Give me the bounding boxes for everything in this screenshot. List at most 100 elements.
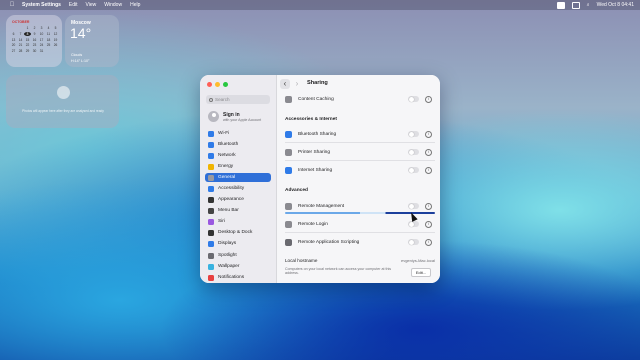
calendar-day: 15 [25, 37, 30, 42]
calendar-day: 9 [33, 31, 36, 36]
menu-bar:  System Settings Edit View Window Help … [0, 0, 640, 10]
menu-view[interactable]: View [86, 2, 97, 8]
remote-management-icon [285, 202, 292, 210]
remote-login-toggle[interactable] [408, 221, 419, 227]
calendar-day: 25 [46, 43, 51, 48]
sidebar-item-spotlight[interactable]: Spotlight [205, 251, 271, 260]
info-icon[interactable]: i [425, 238, 432, 246]
calendar-day: 11 [46, 31, 51, 36]
calendar-day: 24 [39, 43, 44, 48]
sidebar-item-energy[interactable]: Energy [205, 162, 271, 171]
accessibility-icon [208, 185, 214, 192]
bluetooth-icon [208, 141, 214, 148]
sidebar-item-general[interactable]: General [205, 173, 271, 182]
sidebar-item-accessibility[interactable]: Accessibility [205, 184, 271, 193]
sidebar-item-menu-bar[interactable]: Menu Bar [205, 206, 271, 215]
status-icon[interactable] [556, 1, 565, 9]
row-label: Internet Sharing [298, 167, 333, 173]
sidebar-item-wallpaper[interactable]: Wallpaper [205, 262, 271, 271]
sidebar-item-label: Accessibility [218, 186, 245, 191]
sidebar-item-displays[interactable]: Displays [205, 239, 271, 248]
calendar-day: 14 [18, 37, 23, 42]
info-icon[interactable]: i [425, 95, 432, 103]
info-icon[interactable]: i [425, 202, 432, 210]
row-label: Printer Sharing [298, 149, 330, 155]
calendar-day: 18 [46, 37, 51, 42]
spotlight-icon [208, 252, 214, 259]
edit-button[interactable]: Edit... [411, 268, 431, 277]
forward-button[interactable]: › [292, 79, 302, 89]
photos-icon [57, 86, 70, 99]
row-content-caching: Content Caching i [282, 92, 435, 106]
divider [285, 142, 435, 143]
calendar-day: 31 [39, 49, 44, 54]
sidebar-item-appearance[interactable]: Appearance [205, 195, 271, 204]
calendar-day: 1 [26, 26, 29, 30]
printer-sharing-toggle[interactable] [408, 149, 419, 155]
calendar-day: 22 [25, 43, 30, 48]
back-button[interactable]: ‹ [280, 79, 290, 89]
hostname-description: Computers on your local network can acce… [285, 267, 392, 276]
menu-app-name[interactable]: System Settings [22, 2, 61, 8]
row-bluetooth-sharing: Bluetooth Sharing i [282, 127, 435, 141]
remote-app-scripting-toggle[interactable] [408, 239, 419, 245]
sign-in-item[interactable]: Sign in with your Apple Account [206, 109, 272, 125]
content-caching-toggle[interactable] [408, 96, 419, 102]
sidebar-item-label: Energy [218, 164, 234, 169]
apple-menu-icon[interactable]:  [8, 2, 16, 8]
calendar-day: 5 [54, 26, 57, 30]
general-icon [208, 174, 214, 181]
internet-sharing-toggle[interactable] [408, 167, 419, 173]
weather-condition: Clouds [71, 53, 83, 57]
sidebar: Sign in with your Apple Account Wi-Fi Blu… [200, 75, 277, 283]
sidebar-item-label: Wi-Fi [218, 131, 230, 136]
calendar-day: 3 [40, 26, 43, 30]
info-icon[interactable]: i [425, 166, 432, 174]
content-caching-icon [285, 95, 292, 103]
menu-help[interactable]: Help [130, 2, 140, 8]
menubar-search-icon[interactable]: ⌕ [587, 2, 590, 8]
calendar-day: 29 [25, 49, 30, 54]
sidebar-item-label: Menu Bar [218, 208, 239, 213]
calendar-day: 28 [18, 49, 23, 54]
menubar-clock[interactable]: Wed Oct 8 04:41 [597, 2, 634, 8]
sidebar-item-siri[interactable]: Siri [205, 217, 271, 226]
info-icon[interactable]: i [425, 148, 432, 156]
sidebar-item-bluetooth[interactable]: Bluetooth [205, 140, 271, 149]
calendar-day: 20 [11, 43, 16, 48]
avatar [208, 111, 219, 122]
photos-widget-text: Photos will appear here after they are a… [22, 109, 104, 113]
sidebar-item-label: Network [218, 153, 236, 158]
sidebar-item-notifications[interactable]: Notifications [205, 273, 271, 282]
wi-fi-icon [208, 130, 214, 137]
calendar-day: 10 [39, 31, 44, 36]
globe-icon [285, 166, 292, 174]
info-icon[interactable]: i [425, 220, 432, 228]
sidebar-item-label: Notifications [218, 275, 245, 280]
info-icon[interactable]: i [425, 130, 432, 138]
notifications-icon [208, 274, 214, 281]
bluetooth-sharing-toggle[interactable] [408, 131, 419, 137]
appearance-icon [208, 196, 214, 203]
calendar-widget[interactable]: OCTOBER 1 2 3 4 5 6 7 8 9 10 11 12 13 14 15 16 17 18 19 20 2… [6, 15, 62, 67]
sidebar-item-desktop-dock[interactable]: Desktop & Dock [205, 228, 271, 237]
minimize-button[interactable] [215, 82, 220, 87]
sidebar-item-wi-fi[interactable]: Wi-Fi [205, 129, 271, 138]
sharing-pane: ‹ › Sharing Content Caching i Accessorie… [277, 75, 440, 283]
hostname-label: Local hostname [285, 258, 318, 263]
desktop-dock-icon [208, 229, 214, 236]
calendar-day [10, 26, 17, 30]
calendar-day: 4 [47, 26, 50, 30]
sidebar-item-network[interactable]: Network [205, 151, 271, 160]
remote-management-toggle[interactable] [408, 203, 419, 209]
control-center-icon[interactable] [571, 1, 580, 9]
search-input[interactable] [215, 97, 267, 102]
menu-edit[interactable]: Edit [69, 2, 78, 8]
photos-widget[interactable]: Photos will appear here after they are a… [6, 75, 119, 128]
calendar-day [17, 26, 24, 30]
menu-window[interactable]: Window [104, 2, 122, 8]
zoom-button[interactable] [223, 82, 228, 87]
row-printer-sharing: Printer Sharing i [282, 145, 435, 159]
weather-widget[interactable]: Moscow 14° Clouds H:14° L:10° [65, 15, 119, 67]
close-button[interactable] [207, 82, 212, 87]
